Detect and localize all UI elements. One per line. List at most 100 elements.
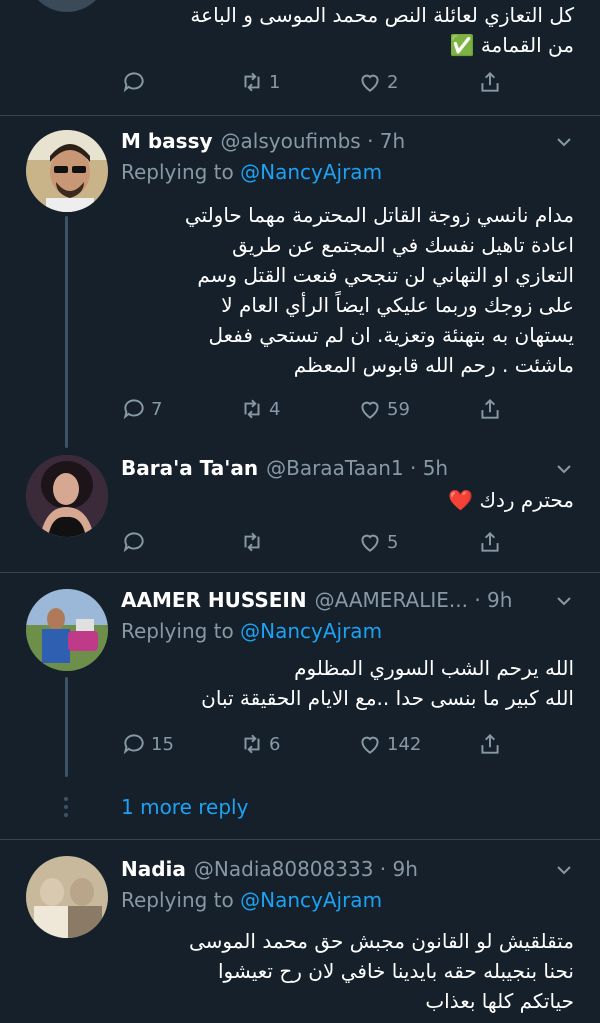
tweet[interactable]: AAMER HUSSEIN @AAMERALIE... · 9h Replyin… (0, 573, 600, 838)
like-button[interactable]: 2 (357, 67, 398, 97)
retweet-button[interactable] (239, 527, 269, 557)
tweet-text-line: على زوجك وربما عليكي ايضاً الرأي العام ل… (221, 293, 574, 317)
reply-icon (123, 72, 144, 93)
tweet-text-line: محترم ردك ❤️ (448, 488, 574, 512)
tweet-text-line: اعادة تاهيل نفسك في المجتمع عن طريق (232, 233, 574, 257)
tweet[interactable]: M bassy @alsyoufimbs · 7h Replying to @N… (0, 116, 600, 449)
tweet-actions: 1 2 (121, 67, 501, 97)
more-dots-icon (64, 797, 68, 817)
retweet-button[interactable]: 1 (239, 67, 280, 97)
handle-time[interactable]: @BaraaTaan1 · 5h (266, 456, 448, 480)
tweet-partial[interactable]: كل التعازي لعائلة النص محمد الموسى و الب… (0, 0, 600, 110)
like-icon (361, 401, 379, 419)
display-name[interactable]: M bassy (121, 129, 213, 153)
reply-button[interactable]: 7 (121, 394, 162, 424)
retweet-count: 4 (269, 398, 281, 420)
tweet-header: AAMER HUSSEIN @AAMERALIE... · 9h (121, 585, 540, 615)
like-button[interactable]: 5 (357, 527, 398, 557)
tweet-header: Bara'a Ta'an @BaraaTaan1 · 5h (121, 453, 540, 483)
tweet-text-line: مدام نانسي زوجة القاتل المحترمة مهما حاو… (184, 203, 574, 227)
avatar[interactable] (26, 455, 108, 537)
tweet-text-line: نحنا بنجيبله حقه بايدينا خافي لان رح تعي… (218, 959, 574, 983)
share-button[interactable] (477, 729, 507, 759)
display-name[interactable]: Nadia (121, 857, 186, 881)
tweet-text: مدام نانسي زوجة القاتل المحترمة مهما حاو… (121, 200, 574, 380)
mention-link[interactable]: @NancyAjram (240, 888, 382, 912)
replying-label: Replying to (121, 619, 234, 643)
like-button[interactable]: 142 (357, 729, 421, 759)
like-count: 59 (387, 398, 410, 420)
caret-down-icon[interactable] (554, 860, 574, 880)
reply-button[interactable] (121, 527, 151, 557)
retweet-button[interactable]: 6 (239, 729, 280, 759)
like-count: 142 (387, 733, 422, 755)
more-replies-link[interactable]: 1 more reply (121, 795, 248, 819)
share-icon (481, 733, 499, 754)
avatar[interactable] (26, 130, 108, 212)
replying-label: Replying to (121, 160, 234, 184)
tweet-text-line: متقلقيش لو القانون مجبش حق محمد الموسى (188, 929, 574, 953)
replying-label: Replying to (121, 888, 234, 912)
caret-down-icon[interactable] (554, 132, 574, 152)
tweet-actions: 15 6 142 (121, 729, 501, 759)
reply-button[interactable] (121, 67, 151, 97)
thread-line (65, 677, 68, 777)
tweet-text: محترم ردك ❤️ (121, 485, 574, 515)
tweet-text-line: كل التعازي لعائلة النص محمد الموسى و الب… (190, 3, 574, 27)
tweet-text-line: الله يرحم الشب السوري المظلوم (294, 656, 574, 680)
tweet-text-line: يستهان به بتهنئة وتعزية. ان لم تستحي ففع… (208, 323, 574, 347)
tweet-text: متقلقيش لو القانون مجبش حق محمد الموسى ن… (121, 926, 574, 1016)
tweet-text: كل التعازي لعائلة النص محمد الموسى و الب… (121, 0, 574, 60)
mention-link[interactable]: @NancyAjram (240, 160, 382, 184)
replying-to: Replying to @NancyAjram (121, 160, 382, 184)
tweet[interactable]: Bara'a Ta'an @BaraaTaan1 · 5h محترم ردك … (0, 449, 600, 571)
reply-icon (123, 734, 144, 755)
avatar[interactable] (26, 0, 108, 12)
share-icon (481, 531, 499, 552)
mention-link[interactable]: @NancyAjram (240, 619, 382, 643)
caret-down-icon[interactable] (554, 591, 574, 611)
like-icon (361, 74, 379, 92)
handle-time[interactable]: @Nadia80808333 · 9h (194, 857, 418, 881)
share-icon (481, 398, 499, 419)
like-icon (361, 736, 379, 754)
retweet-icon (244, 72, 260, 92)
display-name[interactable]: AAMER HUSSEIN (121, 588, 307, 612)
retweet-button[interactable]: 4 (239, 394, 280, 424)
replying-to: Replying to @NancyAjram (121, 619, 382, 643)
reply-count: 15 (151, 733, 174, 755)
reply-icon (123, 399, 144, 420)
tweet-header: Nadia @Nadia80808333 · 9h (121, 854, 540, 884)
tweet-actions: 5 (121, 527, 501, 557)
share-button[interactable] (477, 527, 507, 557)
retweet-count: 6 (269, 733, 281, 755)
thread-line (65, 216, 68, 448)
like-count: 5 (387, 531, 399, 553)
caret-down-icon[interactable] (554, 459, 574, 479)
retweet-icon (244, 532, 260, 552)
share-button[interactable] (477, 394, 507, 424)
display-name[interactable]: Bara'a Ta'an (121, 456, 258, 480)
avatar[interactable] (26, 589, 108, 671)
tweet[interactable]: Nadia @Nadia80808333 · 9h Replying to @N… (0, 840, 600, 1023)
reply-count: 7 (151, 398, 163, 420)
tweet-text-line: الله كبير ما بنسى حدا ..مع الايام الحقيق… (201, 686, 574, 710)
like-icon (361, 534, 379, 552)
tweet-header: M bassy @alsyoufimbs · 7h (121, 126, 540, 156)
reply-icon (123, 532, 144, 553)
replying-to: Replying to @NancyAjram (121, 888, 382, 912)
tweet-text-line: من القمامة ✅ (121, 30, 574, 60)
avatar[interactable] (26, 856, 108, 938)
retweet-icon (244, 734, 260, 754)
handle-time[interactable]: @alsyoufimbs · 7h (221, 129, 406, 153)
tweet-text: الله يرحم الشب السوري المظلوم الله كبير … (121, 653, 574, 713)
handle-time[interactable]: @AAMERALIE... · 9h (315, 588, 513, 612)
like-button[interactable]: 59 (357, 394, 410, 424)
tweet-text-line: من القمامة ✅ (449, 33, 574, 57)
like-count: 2 (387, 71, 399, 93)
reply-button[interactable]: 15 (121, 729, 174, 759)
share-button[interactable] (477, 67, 507, 97)
tweet-text-line: التعازي او التهاني لن تنجحي فنعت القتل و… (197, 263, 574, 287)
tweet-actions: 7 4 59 (121, 394, 501, 424)
share-icon (481, 71, 499, 92)
